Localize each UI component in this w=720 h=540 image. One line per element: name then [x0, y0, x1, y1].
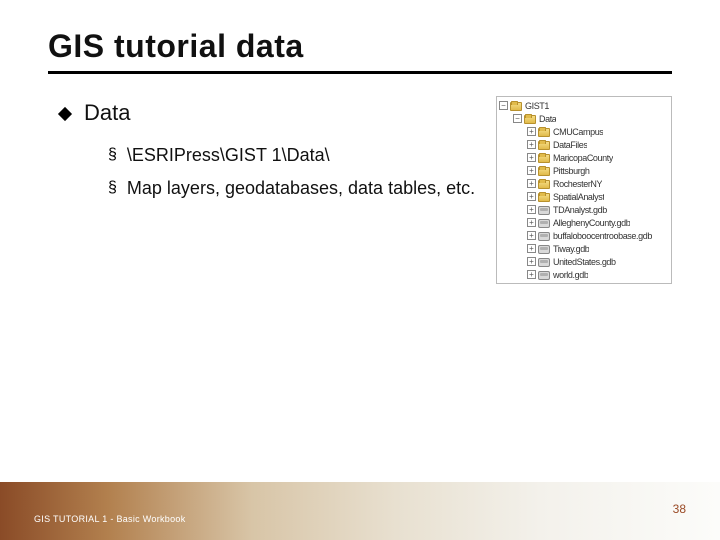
tree-item-row: + RochesterNY — [499, 177, 669, 190]
folder-icon — [538, 154, 550, 163]
bullet-level1: Data — [48, 100, 476, 126]
folder-icon — [538, 193, 550, 202]
tree-root-row: − GIST1 — [499, 99, 669, 112]
expand-icon: + — [527, 179, 536, 188]
section-bullet-icon: § — [108, 146, 117, 164]
tree-item-row: + buffaloboocentroobase.gdb — [499, 229, 669, 242]
tree-item-row: + Pittsburgh — [499, 164, 669, 177]
tree-label: Tiway.gdb — [553, 244, 589, 254]
slide-title: GIS tutorial data — [48, 28, 672, 74]
expand-icon: + — [527, 127, 536, 136]
folder-icon — [510, 102, 522, 111]
diamond-bullet-icon — [58, 107, 72, 121]
tree-label: Pittsburgh — [553, 166, 590, 176]
geodatabase-icon — [538, 271, 550, 280]
folder-tree: − GIST1 − Data + CMUCampus — [496, 96, 672, 284]
tree-label: DataFiles — [553, 140, 587, 150]
tree-column: − GIST1 − Data + CMUCampus — [496, 96, 672, 284]
collapse-icon: − — [499, 101, 508, 110]
geodatabase-icon — [538, 206, 550, 215]
geodatabase-icon — [538, 219, 550, 228]
geodatabase-icon — [538, 258, 550, 267]
text-column: Data § \ESRIPress\GIST 1\Data\ § Map lay… — [48, 92, 476, 284]
tree-label: UnitedStates.gdb — [553, 257, 616, 267]
tree-item-row: + CMUCampus — [499, 125, 669, 138]
tree-item-row: + world.gdb — [499, 268, 669, 281]
tree-item-row: + UnitedStates.gdb — [499, 255, 669, 268]
geodatabase-icon — [538, 245, 550, 254]
tree-label: Data — [539, 114, 556, 124]
expand-icon: + — [527, 153, 536, 162]
tree-label: SpatialAnalyst — [553, 192, 604, 202]
tree-label: buffaloboocentroobase.gdb — [553, 231, 652, 241]
page-number: 38 — [673, 502, 686, 516]
bullet-l1-text: Data — [84, 100, 130, 126]
bullet-level2: § Map layers, geodatabases, data tables,… — [108, 177, 476, 200]
geodatabase-icon — [538, 232, 550, 241]
collapse-icon: − — [513, 114, 522, 123]
folder-icon — [538, 141, 550, 150]
slide: GIS tutorial data Data § \ESRIPress\GIST… — [0, 0, 720, 540]
footer-band: GIS TUTORIAL 1 - Basic Workbook 38 — [0, 482, 720, 540]
tree-label: world.gdb — [553, 270, 588, 280]
tree-item-row: + DataFiles — [499, 138, 669, 151]
tree-item-row: + AlleghenyCounty.gdb — [499, 216, 669, 229]
bullet-l2-text: Map layers, geodatabases, data tables, e… — [127, 177, 475, 200]
tree-label: RochesterNY — [553, 179, 602, 189]
tree-label: MaricopaCounty — [553, 153, 613, 163]
folder-icon — [538, 128, 550, 137]
tree-item-row: + Tiway.gdb — [499, 242, 669, 255]
slide-body: Data § \ESRIPress\GIST 1\Data\ § Map lay… — [0, 74, 720, 284]
tree-label: GIST1 — [525, 101, 549, 111]
expand-icon: + — [527, 231, 536, 240]
expand-icon: + — [527, 270, 536, 279]
footer-text: GIS TUTORIAL 1 - Basic Workbook — [34, 514, 186, 524]
tree-item-row: + TDAnalyst.gdb — [499, 203, 669, 216]
folder-icon — [524, 115, 536, 124]
tree-label: CMUCampus — [553, 127, 603, 137]
tree-label: AlleghenyCounty.gdb — [553, 218, 630, 228]
expand-icon: + — [527, 205, 536, 214]
tree-item-row: + MaricopaCounty — [499, 151, 669, 164]
expand-icon: + — [527, 166, 536, 175]
expand-icon: + — [527, 244, 536, 253]
tree-label: TDAnalyst.gdb — [553, 205, 607, 215]
folder-icon — [538, 180, 550, 189]
expand-icon: + — [527, 140, 536, 149]
tree-item-row: + SpatialAnalyst — [499, 190, 669, 203]
tree-data-row: − Data — [499, 112, 669, 125]
folder-icon — [538, 167, 550, 176]
expand-icon: + — [527, 257, 536, 266]
section-bullet-icon: § — [108, 179, 117, 197]
expand-icon: + — [527, 192, 536, 201]
title-wrap: GIS tutorial data — [0, 0, 720, 74]
bullet-l2-text: \ESRIPress\GIST 1\Data\ — [127, 144, 330, 167]
sub-bullet-list: § \ESRIPress\GIST 1\Data\ § Map layers, … — [108, 144, 476, 201]
bullet-level2: § \ESRIPress\GIST 1\Data\ — [108, 144, 476, 167]
expand-icon: + — [527, 218, 536, 227]
